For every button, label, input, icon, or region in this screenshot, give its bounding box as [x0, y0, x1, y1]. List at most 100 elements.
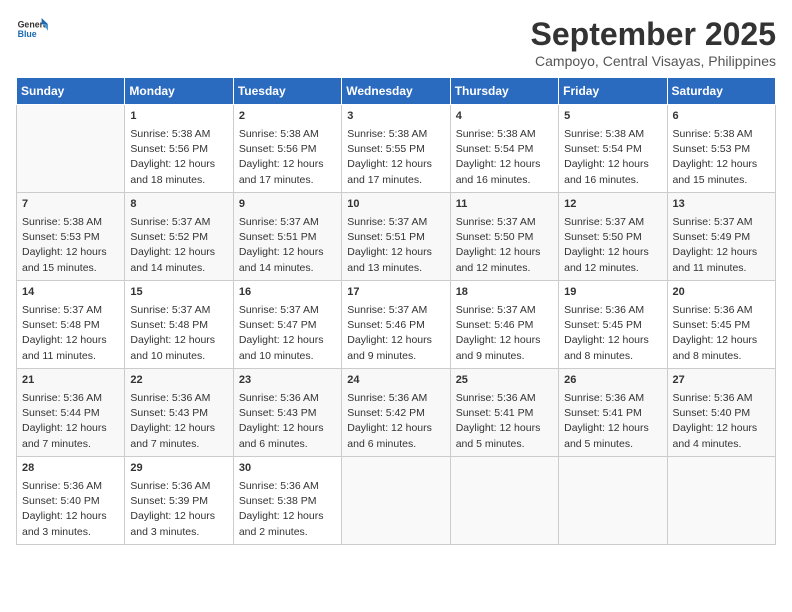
calendar-cell: [342, 457, 450, 545]
cell-text: Daylight: 12 hours: [673, 421, 770, 436]
cell-text: Sunset: 5:43 PM: [239, 406, 336, 421]
cell-text: Sunset: 5:41 PM: [564, 406, 661, 421]
calendar-week-5: 28Sunrise: 5:36 AMSunset: 5:40 PMDayligh…: [17, 457, 776, 545]
cell-text: and 17 minutes.: [347, 173, 444, 188]
calendar-week-2: 7Sunrise: 5:38 AMSunset: 5:53 PMDaylight…: [17, 193, 776, 281]
calendar-cell: 27 Sunrise: 5:36 AMSunset: 5:40 PMDayligh…: [667, 369, 775, 457]
cell-text: and 3 minutes.: [22, 525, 119, 540]
calendar-week-4: 21Sunrise: 5:36 AMSunset: 5:44 PMDayligh…: [17, 369, 776, 457]
cell-text: Sunset: 5:46 PM: [456, 318, 553, 333]
day-number: 7: [22, 197, 119, 213]
day-number: 17: [347, 285, 444, 301]
calendar-cell: 8Sunrise: 5:37 AMSunset: 5:52 PMDaylight…: [125, 193, 233, 281]
cell-text: Sunset: 5:40 PM: [673, 406, 770, 421]
cell-text: Sunrise: 5:36 AM: [564, 303, 661, 318]
cell-text: Daylight: 12 hours: [456, 245, 553, 260]
calendar-cell: 16Sunrise: 5:37 AMSunset: 5:47 PMDayligh…: [233, 281, 341, 369]
day-number: 18: [456, 285, 553, 301]
calendar-cell: 25Sunrise: 5:36 AMSunset: 5:41 PMDayligh…: [450, 369, 558, 457]
cell-text: Daylight: 12 hours: [564, 333, 661, 348]
day-number: 11: [456, 197, 553, 213]
cell-text: Sunrise: 5:36 AM: [673, 391, 770, 406]
cell-text: Sunrise: 5:36 AM: [22, 391, 119, 406]
cell-text: Sunrise: 5:36 AM: [564, 391, 661, 406]
cell-text: Daylight: 12 hours: [347, 157, 444, 172]
calendar-cell: [450, 457, 558, 545]
cell-text: and 15 minutes.: [22, 261, 119, 276]
logo-icon: General Blue: [16, 16, 48, 44]
cell-text: Daylight: 12 hours: [673, 157, 770, 172]
cell-text: Sunrise: 5:38 AM: [673, 127, 770, 142]
day-number: 26: [564, 373, 661, 389]
cell-text: and 11 minutes.: [22, 349, 119, 364]
cell-text: Daylight: 12 hours: [22, 421, 119, 436]
cell-text: and 14 minutes.: [130, 261, 227, 276]
cell-text: Daylight: 12 hours: [673, 245, 770, 260]
cell-text: Sunrise: 5:36 AM: [130, 479, 227, 494]
cell-text: Daylight: 12 hours: [130, 245, 227, 260]
cell-text: and 6 minutes.: [239, 437, 336, 452]
cell-text: and 10 minutes.: [130, 349, 227, 364]
cell-text: Daylight: 12 hours: [564, 245, 661, 260]
calendar-cell: 14Sunrise: 5:37 AMSunset: 5:48 PMDayligh…: [17, 281, 125, 369]
cell-text: Sunrise: 5:37 AM: [347, 215, 444, 230]
cell-text: Sunset: 5:47 PM: [239, 318, 336, 333]
day-number: 3: [347, 109, 444, 125]
cell-text: Daylight: 12 hours: [239, 421, 336, 436]
calendar-cell: 20Sunrise: 5:36 AMSunset: 5:45 PMDayligh…: [667, 281, 775, 369]
cell-text: and 8 minutes.: [673, 349, 770, 364]
cell-text: Sunset: 5:46 PM: [347, 318, 444, 333]
cell-text: and 7 minutes.: [22, 437, 119, 452]
day-number: 27: [673, 373, 770, 389]
cell-text: Daylight: 12 hours: [239, 509, 336, 524]
cell-text: Sunset: 5:50 PM: [564, 230, 661, 245]
cell-text: and 5 minutes.: [456, 437, 553, 452]
cell-text: and 16 minutes.: [456, 173, 553, 188]
calendar-cell: [559, 457, 667, 545]
cell-text: Daylight: 12 hours: [22, 333, 119, 348]
cell-text: Sunrise: 5:36 AM: [130, 391, 227, 406]
day-number: 30: [239, 461, 336, 477]
cell-text: Sunrise: 5:36 AM: [673, 303, 770, 318]
calendar-cell: 9Sunrise: 5:37 AMSunset: 5:51 PMDaylight…: [233, 193, 341, 281]
calendar-cell: 17Sunrise: 5:37 AMSunset: 5:46 PMDayligh…: [342, 281, 450, 369]
calendar-cell: 13Sunrise: 5:37 AMSunset: 5:49 PMDayligh…: [667, 193, 775, 281]
cell-text: Sunset: 5:55 PM: [347, 142, 444, 157]
cell-text: Daylight: 12 hours: [22, 245, 119, 260]
day-number: 21: [22, 373, 119, 389]
cell-text: Sunrise: 5:37 AM: [130, 215, 227, 230]
calendar-cell: 3Sunrise: 5:38 AMSunset: 5:55 PMDaylight…: [342, 105, 450, 193]
day-number: 1: [130, 109, 227, 125]
calendar-cell: 30Sunrise: 5:36 AMSunset: 5:38 PMDayligh…: [233, 457, 341, 545]
cell-text: and 10 minutes.: [239, 349, 336, 364]
cell-text: Sunrise: 5:38 AM: [564, 127, 661, 142]
calendar-table: SundayMondayTuesdayWednesdayThursdayFrid…: [16, 77, 776, 545]
cell-text: and 16 minutes.: [564, 173, 661, 188]
cell-text: Sunrise: 5:37 AM: [239, 303, 336, 318]
header-sunday: Sunday: [17, 78, 125, 105]
cell-text: Daylight: 12 hours: [239, 245, 336, 260]
cell-text: Sunrise: 5:37 AM: [673, 215, 770, 230]
cell-text: Sunset: 5:51 PM: [347, 230, 444, 245]
cell-text: Daylight: 12 hours: [347, 245, 444, 260]
page-header: General Blue September 2025 Campoyo, Cen…: [16, 16, 776, 69]
calendar-cell: 15Sunrise: 5:37 AMSunset: 5:48 PMDayligh…: [125, 281, 233, 369]
day-number: 8: [130, 197, 227, 213]
cell-text: and 9 minutes.: [347, 349, 444, 364]
cell-text: and 7 minutes.: [130, 437, 227, 452]
calendar-cell: 29Sunrise: 5:36 AMSunset: 5:39 PMDayligh…: [125, 457, 233, 545]
calendar-cell: [667, 457, 775, 545]
cell-text: Sunset: 5:54 PM: [564, 142, 661, 157]
calendar-cell: 26Sunrise: 5:36 AMSunset: 5:41 PMDayligh…: [559, 369, 667, 457]
day-number: 20: [673, 285, 770, 301]
cell-text: Sunset: 5:54 PM: [456, 142, 553, 157]
cell-text: Sunset: 5:51 PM: [239, 230, 336, 245]
cell-text: Sunrise: 5:37 AM: [239, 215, 336, 230]
cell-text: Daylight: 12 hours: [130, 157, 227, 172]
cell-text: Daylight: 12 hours: [673, 333, 770, 348]
cell-text: Sunset: 5:39 PM: [130, 494, 227, 509]
cell-text: Sunrise: 5:37 AM: [564, 215, 661, 230]
cell-text: Daylight: 12 hours: [456, 333, 553, 348]
cell-text: Sunrise: 5:36 AM: [347, 391, 444, 406]
cell-text: Sunset: 5:44 PM: [22, 406, 119, 421]
